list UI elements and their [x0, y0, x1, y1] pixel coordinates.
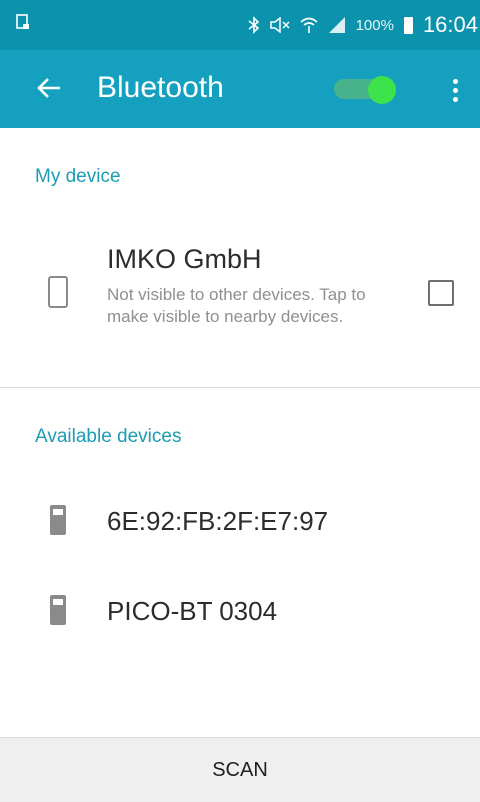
wifi-icon [300, 17, 318, 33]
device-item-label: PICO-BT 0304 [107, 596, 278, 626]
device-name: IMKO GmbH [107, 244, 262, 274]
list-item[interactable]: PICO-BT 0304 [0, 576, 480, 646]
signal-icon [328, 17, 345, 33]
my-device-header: My device [35, 166, 121, 187]
back-arrow-icon[interactable] [34, 73, 64, 103]
bluetooth-icon [248, 16, 259, 34]
divider [0, 387, 480, 388]
bluetooth-toggle[interactable] [334, 76, 398, 104]
phone-icon [48, 276, 68, 308]
status-icons: 100% 16:04 [248, 0, 480, 50]
more-options-icon[interactable] [440, 75, 470, 105]
status-bar: 100% 16:04 [0, 0, 480, 50]
screenshot-icon [16, 14, 29, 29]
device-visibility-text: Not visible to other devices. Tap to mak… [107, 285, 366, 326]
my-device-row[interactable]: IMKO GmbH Not visible to other devices. … [0, 230, 480, 360]
page-title: Bluetooth [97, 71, 224, 104]
battery-percent: 100% [355, 16, 394, 34]
battery-icon [403, 16, 413, 34]
bottom-action-bar: SCAN [0, 737, 480, 802]
available-devices-header: Available devices [35, 426, 182, 447]
toggle-thumb [368, 76, 396, 104]
menu-dot [453, 97, 458, 102]
device-item-label: 6E:92:FB:2F:E7:97 [107, 506, 329, 536]
device-icon [50, 505, 66, 535]
list-item[interactable]: 6E:92:FB:2F:E7:97 [0, 486, 480, 556]
app-bar: Bluetooth [0, 50, 480, 128]
clock: 16:04 [422, 12, 478, 37]
scan-button[interactable]: SCAN [0, 738, 480, 802]
device-icon [50, 595, 66, 625]
mute-icon [269, 17, 290, 33]
menu-dot [453, 88, 458, 93]
menu-dot [453, 79, 458, 84]
visibility-checkbox[interactable] [428, 280, 454, 306]
